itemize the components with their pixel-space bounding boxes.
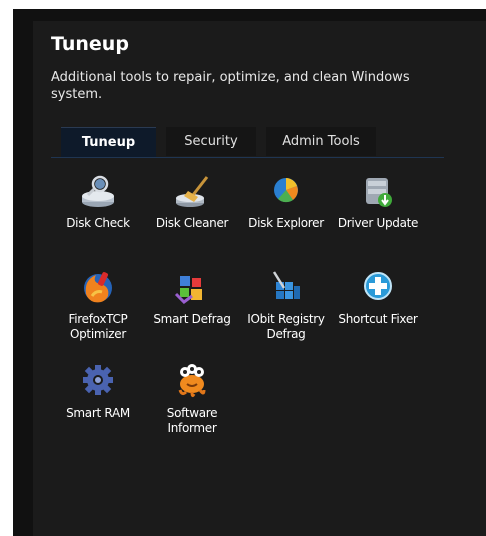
disk-cleaner-icon [176,176,209,207]
page-title: Tuneup [51,33,129,55]
tab-tuneup[interactable]: Tuneup [61,127,156,157]
firefox-tcp-icon [84,272,112,303]
tool-driver-update[interactable]: Driver Update [331,172,425,231]
disk-explorer-icon [274,178,298,203]
tool-disk-cleaner[interactable]: Disk Cleaner [145,172,239,231]
tool-software-informer[interactable]: Software Informer [145,362,239,436]
tool-label: Shortcut Fixer [338,312,418,326]
software-informer-icon [178,364,206,398]
driver-update-icon [366,178,392,207]
tab-bar: Tuneup Security Admin Tools [51,127,444,158]
page-description: Additional tools to repair, optimize, an… [51,70,410,102]
disk-check-icon [82,175,114,207]
tool-label: Disk Check [66,216,130,230]
tool-smart-ram[interactable]: Smart RAM [51,362,145,421]
tool-label: IObit Registry Defrag [247,312,325,341]
tool-label: Driver Update [337,216,419,230]
shortcut-fixer-icon [364,272,392,300]
tool-label: Software Informer [166,406,218,435]
tool-label: FirefoxTCP Optimizer [68,312,128,341]
tool-label: Disk Explorer [248,216,324,230]
smart-defrag-icon [174,276,202,304]
tool-disk-explorer[interactable]: Disk Explorer [239,172,333,231]
tool-firefox-tcp-optimizer[interactable]: FirefoxTCP Optimizer [51,268,145,342]
tool-disk-check[interactable]: Disk Check [51,172,145,231]
registry-defrag-icon [272,271,300,299]
tool-label: Disk Cleaner [155,216,229,230]
tool-smart-defrag[interactable]: Smart Defrag [145,268,239,327]
smart-ram-icon [83,365,113,395]
tool-label: Smart Defrag [153,312,231,326]
tool-shortcut-fixer[interactable]: Shortcut Fixer [331,268,425,327]
tab-admin-tools[interactable]: Admin Tools [266,127,376,156]
tab-security[interactable]: Security [166,127,256,156]
tool-label: Smart RAM [66,406,130,420]
tool-iobit-registry-defrag[interactable]: IObit Registry Defrag [239,268,333,342]
